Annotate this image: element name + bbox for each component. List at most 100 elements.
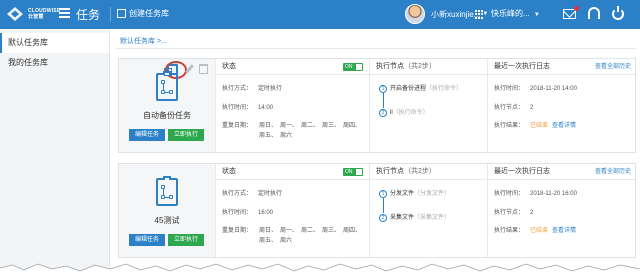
nodes-column: 执行节点（共2步） 1 分发文件（分发文件） 2 采集文件（采集文件）	[369, 164, 487, 257]
edit-task-button[interactable]: 编辑任务	[129, 129, 165, 141]
repeat-days: 周日、 周一、 周二、 周三、 周四、 周五、 周六	[259, 121, 365, 141]
nodes-count: （共2步）	[404, 168, 436, 175]
node-number: 2	[379, 214, 387, 222]
task-card: 自动备份任务 编辑任务 立即执行 状态 ON 执行方式： 定时执行 执行时间： 14…	[118, 58, 637, 153]
log-result: 执行结果： 已结束 查看详情	[494, 122, 576, 130]
log-node-value: 2	[530, 210, 534, 216]
log-time: 执行时间： 2018-11-20 14:00	[494, 85, 577, 93]
day: 周一、	[280, 228, 299, 234]
log-time-label: 执行时间：	[494, 86, 525, 92]
node-hint: （分发文件）	[414, 191, 451, 197]
node-hint: （采集文件）	[414, 215, 451, 221]
view-all-history-link[interactable]: 查看全部历史	[595, 164, 631, 180]
node-label: 采集文件	[390, 215, 415, 221]
status-column: 状态 ON 执行方式： 定时执行 执行时间： 14:00 重复日期： 周日、 周一、…	[215, 59, 369, 152]
page-title: 任务	[76, 8, 101, 22]
edit-task-button[interactable]: 编辑任务	[129, 234, 165, 246]
exec-time-label: 执行时间：	[222, 105, 253, 111]
task-summary: 45测试 编辑任务 立即执行	[119, 164, 215, 257]
exec-mode-value: 定时执行	[258, 191, 283, 197]
repeat-days: 周日、 周一、 周二、 周三、 周四、 周五、 周六	[259, 226, 365, 246]
sidebar-item-default-library[interactable]: 默认任务库	[0, 33, 109, 53]
run-now-button[interactable]: 立即执行	[168, 129, 204, 141]
day: 周二、	[301, 123, 320, 129]
mail-icon[interactable]	[563, 6, 579, 19]
grid-icon[interactable]	[475, 10, 484, 19]
sidebar: 默认任务库 我的任务库	[0, 29, 110, 277]
avatar[interactable]	[405, 4, 425, 24]
task-clipboard-icon	[156, 176, 178, 206]
exec-time-value: 14:00	[258, 105, 274, 111]
day: 周三、	[322, 228, 341, 234]
log-result: 执行结果： 已结束 查看详情	[494, 227, 576, 235]
chevron-down-icon: ▼	[533, 12, 540, 18]
run-now-button[interactable]: 立即执行	[168, 234, 204, 246]
log-node-label: 执行节点：	[494, 210, 525, 216]
power-icon[interactable]	[612, 6, 624, 20]
nodes-count: （共2步）	[404, 63, 436, 70]
log-result-label: 执行结果：	[494, 123, 525, 129]
day: 周六	[280, 238, 293, 244]
node-item: 1 分发文件（分发文件）	[379, 190, 450, 198]
top-bar: CLOUDWISE 云智慧 任务 创建任务库 小新xuxinjie... ▼ 快…	[0, 0, 640, 29]
team-name: 快乐峰的...	[491, 9, 530, 18]
day: 周六	[280, 133, 293, 139]
log-time-value: 2018-11-20 14:00	[530, 86, 577, 92]
node-connector	[383, 198, 384, 213]
log-node: 执行节点： 2	[494, 104, 533, 112]
logo-icon	[6, 6, 24, 22]
exec-time: 执行时间： 16:00	[222, 209, 273, 217]
top-divider	[110, 7, 111, 22]
status-title: 状态	[222, 63, 236, 70]
team-switcher[interactable]: 快乐峰的... ▼	[491, 8, 540, 19]
breadcrumb[interactable]: 默认任务库 >...	[120, 36, 167, 46]
log-title: 最近一次执行日志	[494, 168, 550, 175]
day: 周三、	[322, 123, 341, 129]
headset-icon[interactable]	[588, 7, 600, 19]
log-time: 执行时间： 2018-11-20 16:00	[494, 190, 577, 198]
torn-edge	[0, 263, 640, 277]
node-item: 2 ll（执行命令）	[379, 109, 429, 117]
exec-mode: 执行方式： 定时执行	[222, 190, 282, 198]
node-connector	[383, 93, 384, 108]
day: 周五、	[259, 238, 278, 244]
node-label: 分发文件	[390, 191, 415, 197]
status-badge: 已结束	[530, 228, 549, 234]
user-name: 小新xuxinjie...	[431, 9, 481, 19]
day: 周五、	[259, 133, 278, 139]
view-detail-link[interactable]: 查看详情	[552, 228, 576, 234]
log-time-label: 执行时间：	[494, 191, 525, 197]
node-hint: （执行命令）	[392, 110, 429, 116]
log-column: 最近一次执行日志 查看全部历史 执行时间： 2018-11-20 16:00 执行…	[487, 164, 637, 257]
node-item: 1 开启备份进程（执行命令）	[379, 85, 462, 93]
menu-icon[interactable]	[59, 8, 70, 20]
nodes-header: 执行节点（共2步）	[370, 59, 487, 75]
edit-icon[interactable]	[184, 64, 195, 75]
repeat-label: 重复日期：	[222, 123, 253, 129]
enable-toggle[interactable]: ON	[343, 63, 363, 71]
view-all-history-link[interactable]: 查看全部历史	[595, 59, 631, 75]
nodes-column: 执行节点（共2步） 1 开启备份进程（执行命令） 2 ll（执行命令）	[369, 59, 487, 152]
task-name: 自动备份任务	[143, 111, 191, 120]
log-title: 最近一次执行日志	[494, 63, 550, 70]
nodes-title: 执行节点	[376, 168, 404, 175]
exec-time: 执行时间： 14:00	[222, 104, 273, 112]
sidebar-item-my-library[interactable]: 我的任务库	[0, 53, 109, 73]
log-column: 最近一次执行日志 查看全部历史 执行时间： 2018-11-20 14:00 执行…	[487, 59, 637, 152]
create-task-library-button[interactable]: 创建任务库	[117, 8, 169, 19]
notification-dot	[574, 6, 579, 11]
node-label: 开启备份进程	[390, 86, 427, 92]
day: 周二、	[301, 228, 320, 234]
day: 周四、	[343, 123, 362, 129]
trash-icon[interactable]	[199, 64, 208, 74]
nodes-header: 执行节点（共2步）	[370, 164, 487, 180]
task-card: 45测试 编辑任务 立即执行 状态 ON 执行方式： 定时执行 执行时间： 16:0…	[118, 163, 637, 258]
day: 周四、	[343, 228, 362, 234]
view-detail-link[interactable]: 查看详情	[552, 123, 576, 129]
task-clipboard-icon	[156, 71, 178, 101]
exec-time-label: 执行时间：	[222, 210, 253, 216]
enable-toggle[interactable]: ON	[343, 168, 363, 176]
status-title: 状态	[222, 168, 236, 175]
exec-mode: 执行方式： 定时执行	[222, 85, 282, 93]
task-summary: 自动备份任务 编辑任务 立即执行	[119, 59, 215, 152]
